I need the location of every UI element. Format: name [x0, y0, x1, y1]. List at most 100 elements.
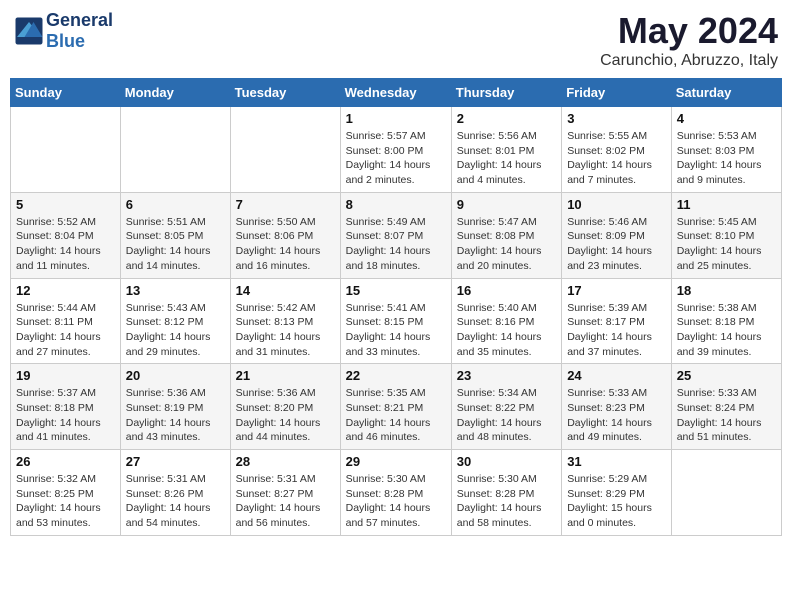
cell-info: Sunrise: 5:38 AMSunset: 8:18 PMDaylight:…: [677, 301, 776, 360]
cell-info: Sunrise: 5:31 AMSunset: 8:27 PMDaylight:…: [236, 472, 335, 531]
day-number: 6: [126, 197, 225, 212]
day-number: 29: [346, 454, 446, 469]
day-number: 26: [16, 454, 115, 469]
month-year-title: May 2024: [600, 10, 778, 52]
cell-info: Sunrise: 5:39 AMSunset: 8:17 PMDaylight:…: [567, 301, 666, 360]
cell-info: Sunrise: 5:44 AMSunset: 8:11 PMDaylight:…: [16, 301, 115, 360]
calendar-cell: 10 Sunrise: 5:46 AMSunset: 8:09 PMDayligh…: [562, 192, 672, 278]
weekday-header-friday: Friday: [562, 79, 672, 107]
calendar-cell: 23Sunrise: 5:34 AMSunset: 8:22 PMDayligh…: [451, 364, 561, 450]
day-number: 30: [457, 454, 556, 469]
cell-info: Sunrise: 5:36 AMSunset: 8:20 PMDaylight:…: [236, 386, 335, 445]
day-number: 31: [567, 454, 666, 469]
calendar-cell: 24Sunrise: 5:33 AMSunset: 8:23 PMDayligh…: [562, 364, 672, 450]
calendar-cell: 11 Sunrise: 5:45 AMSunset: 8:10 PMDayligh…: [671, 192, 781, 278]
calendar-cell: [671, 450, 781, 536]
calendar-cell: 26 Sunrise: 5:32 AMSunset: 8:25 PMDayligh…: [11, 450, 121, 536]
day-number: 20: [126, 368, 225, 383]
weekday-header-sunday: Sunday: [11, 79, 121, 107]
calendar-cell: 15 Sunrise: 5:41 AMSunset: 8:15 PMDayligh…: [340, 278, 451, 364]
day-number: 5: [16, 197, 115, 212]
calendar-cell: 13Sunrise: 5:43 AMSunset: 8:12 PMDayligh…: [120, 278, 230, 364]
cell-info: Sunrise: 5:41 AMSunset: 8:15 PMDaylight:…: [346, 301, 446, 360]
calendar-cell: 19 Sunrise: 5:37 AMSunset: 8:18 PMDayligh…: [11, 364, 121, 450]
cell-info: Sunrise: 5:36 AMSunset: 8:19 PMDaylight:…: [126, 386, 225, 445]
day-number: 13: [126, 283, 225, 298]
calendar-table: SundayMondayTuesdayWednesdayThursdayFrid…: [10, 78, 782, 536]
day-number: 18: [677, 283, 776, 298]
calendar-cell: 21 Sunrise: 5:36 AMSunset: 8:20 PMDayligh…: [230, 364, 340, 450]
calendar-week-3: 12 Sunrise: 5:44 AMSunset: 8:11 PMDayligh…: [11, 278, 782, 364]
day-number: 15: [346, 283, 446, 298]
calendar-cell: 17 Sunrise: 5:39 AMSunset: 8:17 PMDayligh…: [562, 278, 672, 364]
day-number: 21: [236, 368, 335, 383]
calendar-cell: 9Sunrise: 5:47 AMSunset: 8:08 PMDaylight…: [451, 192, 561, 278]
calendar-cell: 1 Sunrise: 5:57 AMSunset: 8:00 PMDaylight…: [340, 107, 451, 193]
cell-info: Sunrise: 5:33 AMSunset: 8:23 PMDaylight:…: [567, 386, 666, 445]
day-number: 27: [126, 454, 225, 469]
weekday-header-saturday: Saturday: [671, 79, 781, 107]
day-number: 3: [567, 111, 666, 126]
calendar-cell: 7Sunrise: 5:50 AMSunset: 8:06 PMDaylight…: [230, 192, 340, 278]
location-subtitle: Carunchio, Abruzzo, Italy: [600, 52, 778, 70]
calendar-cell: 5 Sunrise: 5:52 AMSunset: 8:04 PMDaylight…: [11, 192, 121, 278]
cell-info: Sunrise: 5:52 AMSunset: 8:04 PMDaylight:…: [16, 215, 115, 274]
day-number: 22: [346, 368, 446, 383]
calendar-cell: 12 Sunrise: 5:44 AMSunset: 8:11 PMDayligh…: [11, 278, 121, 364]
calendar-header: SundayMondayTuesdayWednesdayThursdayFrid…: [11, 79, 782, 107]
day-number: 11: [677, 197, 776, 212]
day-number: 7: [236, 197, 335, 212]
day-number: 10: [567, 197, 666, 212]
calendar-cell: [230, 107, 340, 193]
day-number: 8: [346, 197, 446, 212]
cell-info: Sunrise: 5:35 AMSunset: 8:21 PMDaylight:…: [346, 386, 446, 445]
day-number: 1: [346, 111, 446, 126]
cell-info: Sunrise: 5:30 AMSunset: 8:28 PMDaylight:…: [457, 472, 556, 531]
calendar-cell: 14 Sunrise: 5:42 AMSunset: 8:13 PMDayligh…: [230, 278, 340, 364]
title-block: May 2024 Carunchio, Abruzzo, Italy: [600, 10, 778, 70]
cell-info: Sunrise: 5:34 AMSunset: 8:22 PMDaylight:…: [457, 386, 556, 445]
cell-info: Sunrise: 5:57 AMSunset: 8:00 PMDaylight:…: [346, 129, 446, 188]
calendar-cell: 27 Sunrise: 5:31 AMSunset: 8:26 PMDayligh…: [120, 450, 230, 536]
weekday-header-wednesday: Wednesday: [340, 79, 451, 107]
calendar-cell: 30 Sunrise: 5:30 AMSunset: 8:28 PMDayligh…: [451, 450, 561, 536]
cell-info: Sunrise: 5:55 AMSunset: 8:02 PMDaylight:…: [567, 129, 666, 188]
logo-icon: [14, 16, 44, 46]
logo-general-text: General: [46, 10, 113, 30]
cell-info: Sunrise: 5:42 AMSunset: 8:13 PMDaylight:…: [236, 301, 335, 360]
calendar-week-4: 19 Sunrise: 5:37 AMSunset: 8:18 PMDayligh…: [11, 364, 782, 450]
calendar-cell: 18 Sunrise: 5:38 AMSunset: 8:18 PMDayligh…: [671, 278, 781, 364]
calendar-cell: 8 Sunrise: 5:49 AMSunset: 8:07 PMDaylight…: [340, 192, 451, 278]
cell-info: Sunrise: 5:46 AMSunset: 8:09 PMDaylight:…: [567, 215, 666, 274]
cell-info: Sunrise: 5:31 AMSunset: 8:26 PMDaylight:…: [126, 472, 225, 531]
day-number: 12: [16, 283, 115, 298]
weekday-header-monday: Monday: [120, 79, 230, 107]
cell-info: Sunrise: 5:47 AMSunset: 8:08 PMDaylight:…: [457, 215, 556, 274]
cell-info: Sunrise: 5:45 AMSunset: 8:10 PMDaylight:…: [677, 215, 776, 274]
calendar-cell: 3 Sunrise: 5:55 AMSunset: 8:02 PMDaylight…: [562, 107, 672, 193]
cell-info: Sunrise: 5:49 AMSunset: 8:07 PMDaylight:…: [346, 215, 446, 274]
calendar-cell: 28Sunrise: 5:31 AMSunset: 8:27 PMDayligh…: [230, 450, 340, 536]
cell-info: Sunrise: 5:56 AMSunset: 8:01 PMDaylight:…: [457, 129, 556, 188]
calendar-cell: [11, 107, 121, 193]
cell-info: Sunrise: 5:40 AMSunset: 8:16 PMDaylight:…: [457, 301, 556, 360]
cell-info: Sunrise: 5:32 AMSunset: 8:25 PMDaylight:…: [16, 472, 115, 531]
calendar-cell: 2Sunrise: 5:56 AMSunset: 8:01 PMDaylight…: [451, 107, 561, 193]
cell-info: Sunrise: 5:51 AMSunset: 8:05 PMDaylight:…: [126, 215, 225, 274]
day-number: 19: [16, 368, 115, 383]
page-header: General Blue May 2024 Carunchio, Abruzzo…: [10, 10, 782, 70]
day-number: 25: [677, 368, 776, 383]
day-number: 17: [567, 283, 666, 298]
calendar-cell: 22 Sunrise: 5:35 AMSunset: 8:21 PMDayligh…: [340, 364, 451, 450]
cell-info: Sunrise: 5:29 AMSunset: 8:29 PMDaylight:…: [567, 472, 666, 531]
cell-info: Sunrise: 5:37 AMSunset: 8:18 PMDaylight:…: [16, 386, 115, 445]
calendar-week-1: 1 Sunrise: 5:57 AMSunset: 8:00 PMDaylight…: [11, 107, 782, 193]
logo: General Blue: [14, 10, 113, 52]
calendar-cell: 31 Sunrise: 5:29 AMSunset: 8:29 PMDayligh…: [562, 450, 672, 536]
logo-blue-text: Blue: [46, 31, 85, 51]
calendar-cell: 20 Sunrise: 5:36 AMSunset: 8:19 PMDayligh…: [120, 364, 230, 450]
calendar-cell: 16Sunrise: 5:40 AMSunset: 8:16 PMDayligh…: [451, 278, 561, 364]
weekday-header-tuesday: Tuesday: [230, 79, 340, 107]
calendar-cell: 29Sunrise: 5:30 AMSunset: 8:28 PMDayligh…: [340, 450, 451, 536]
day-number: 14: [236, 283, 335, 298]
